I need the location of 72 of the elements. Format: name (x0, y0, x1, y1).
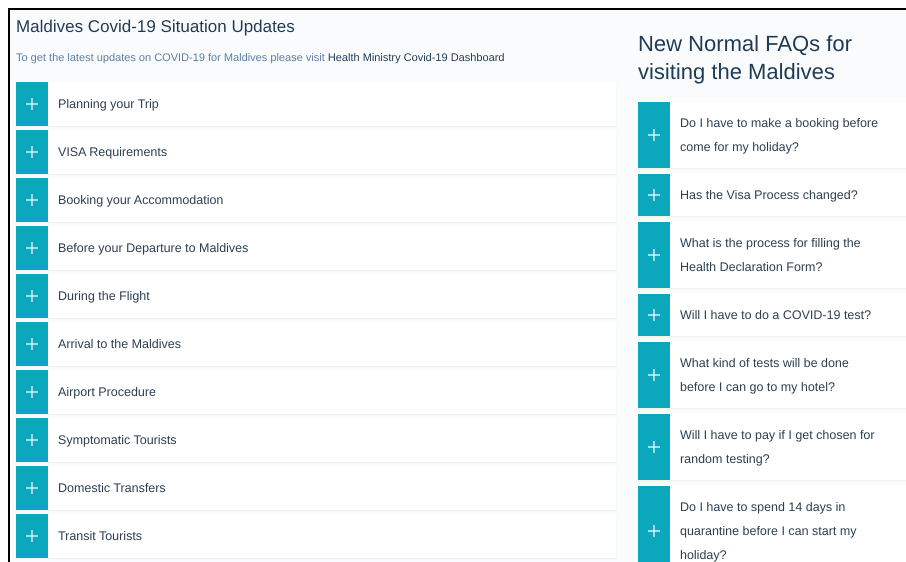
expand-button[interactable] (16, 226, 48, 270)
expand-button[interactable] (16, 130, 48, 174)
plus-icon (648, 309, 660, 321)
plus-icon (26, 146, 38, 158)
faq-item[interactable]: Has the Visa Process changed? (638, 174, 906, 216)
accordion-item[interactable]: During the Flight (16, 274, 616, 318)
dashboard-link[interactable]: Health Ministry Covid-19 Dashboard (328, 52, 505, 64)
accordion-item[interactable]: Booking your Accommodation (16, 178, 616, 222)
accordion-item[interactable]: Arrival to the Maldives (16, 322, 616, 366)
expand-button[interactable] (638, 486, 670, 562)
section-title: Maldives Covid-19 Situation Updates (16, 16, 296, 38)
expand-button[interactable] (16, 82, 48, 126)
expand-button[interactable] (16, 466, 48, 510)
expand-button[interactable] (638, 414, 670, 480)
plus-icon (26, 482, 38, 494)
expand-button[interactable] (638, 294, 670, 336)
faq-item[interactable]: Do I have to spend 14 days in quarantine before I can start my holiday? (638, 486, 906, 562)
expand-button[interactable] (638, 222, 670, 288)
plus-icon (648, 525, 660, 537)
faq-item[interactable]: What is the process for filling the Health Declaration Form? (638, 222, 906, 288)
item-label: Arrival to the Maldives (58, 336, 181, 353)
plus-icon (26, 434, 38, 446)
item-label: Symptomatic Tourists (58, 432, 177, 449)
faq-question: Do I have to spend 14 days in quarantine before I can start my holiday? (680, 499, 856, 562)
faq-item[interactable]: Will I have to pay if I get chosen for random testing? (638, 414, 906, 480)
item-label: Booking your Accommodation (58, 192, 224, 209)
plus-icon (26, 386, 38, 398)
expand-button[interactable] (16, 418, 48, 462)
faq-question: Do I have to make a booking before come for my holiday? (680, 115, 878, 156)
faq-question: Will I have to pay if I get chosen for random testing? (680, 427, 875, 468)
item-label: VISA Requirements (58, 144, 168, 161)
section-title: New Normal FAQs for visiting the Maldives (638, 30, 853, 86)
plus-icon (648, 249, 660, 261)
plus-icon (26, 290, 38, 302)
plus-icon (26, 338, 38, 350)
faq-item[interactable]: Will I have to do a COVID-19 test? (638, 294, 906, 336)
expand-button[interactable] (16, 514, 48, 558)
accordion-item[interactable]: Airport Procedure (16, 370, 616, 414)
faq-item[interactable]: What kind of tests will be done before I can go to my hotel? (638, 342, 906, 408)
plus-icon (26, 194, 38, 206)
expand-button[interactable] (16, 370, 48, 414)
accordion-item[interactable]: Symptomatic Tourists (16, 418, 616, 462)
intro-text: To get the latest updates on COVID-19 for Maldives please visit (16, 52, 325, 64)
accordion-item[interactable]: Planning your Trip (16, 82, 616, 126)
accordion-item[interactable]: VISA Requirements (16, 130, 616, 174)
accordion-item[interactable]: Before your Departure to Maldives (16, 226, 616, 270)
faq-question: Will I have to do a COVID-19 test? (680, 307, 872, 324)
expand-button[interactable] (638, 102, 670, 168)
plus-icon (26, 530, 38, 542)
faq-item[interactable]: Do I have to make a booking before come for my holiday? (638, 102, 906, 168)
plus-icon (26, 98, 38, 110)
item-label: Domestic Transfers (58, 480, 166, 497)
expand-button[interactable] (16, 178, 48, 222)
expand-button[interactable] (638, 342, 670, 408)
plus-icon (648, 441, 660, 453)
item-label: Planning your Trip (58, 96, 159, 113)
plus-icon (648, 129, 660, 141)
expand-button[interactable] (16, 322, 48, 366)
plus-icon (26, 242, 38, 254)
faq-question: What is the process for filling the Health Declaration Form? (680, 235, 861, 276)
item-label: During the Flight (58, 288, 150, 305)
item-label: Before your Departure to Maldives (58, 240, 248, 257)
accordion-item[interactable]: Transit Tourists (16, 514, 616, 558)
expand-button[interactable] (638, 174, 670, 216)
faq-question: Has the Visa Process changed? (680, 187, 858, 204)
item-label: Transit Tourists (58, 528, 142, 545)
accordion-item[interactable]: Domestic Transfers (16, 466, 616, 510)
plus-icon (648, 189, 660, 201)
plus-icon (648, 369, 660, 381)
expand-button[interactable] (16, 274, 48, 318)
item-label: Airport Procedure (58, 384, 156, 401)
faq-question: What kind of tests will be done before I can go to my hotel? (680, 355, 849, 396)
